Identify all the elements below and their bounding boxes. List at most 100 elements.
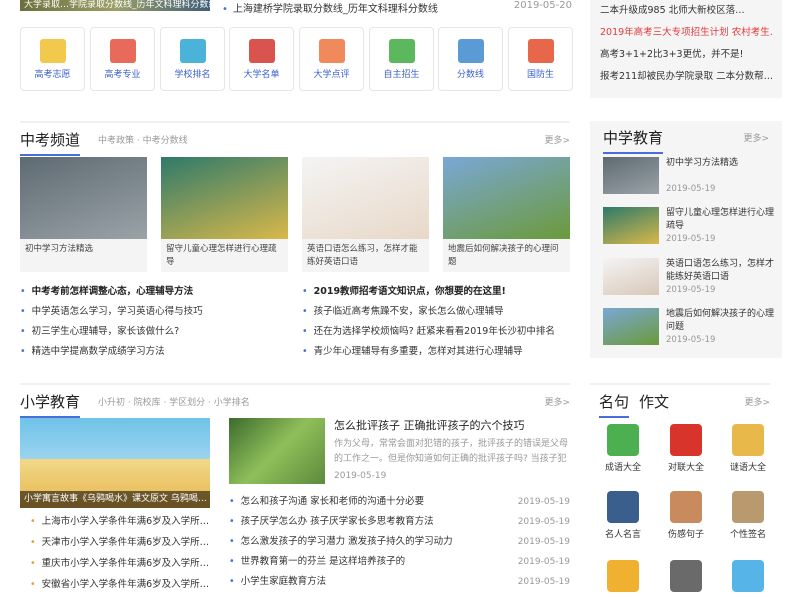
zhongkao-card[interactable]: 初中学习方法精选 bbox=[20, 157, 147, 272]
tab-zuowen[interactable]: 作文 bbox=[639, 391, 669, 412]
item-thumbnail[interactable] bbox=[603, 157, 659, 194]
list-item[interactable]: • 孩子临近高考焦躁不安，家长怎么做心理辅导 bbox=[302, 302, 572, 322]
literature-label[interactable]: 伤感句子 bbox=[661, 527, 711, 540]
card-caption[interactable]: 留守儿童心理怎样进行心理疏导 bbox=[161, 239, 288, 271]
card-caption[interactable]: 地震后如何解决孩子的心理问题 bbox=[443, 239, 570, 271]
list-item[interactable]: • 中考考前怎样调整心态，心理辅导方法 bbox=[20, 282, 290, 302]
score-icon bbox=[457, 39, 484, 63]
list-item[interactable]: • 重庆市小学入学条件年满6岁及入学所… bbox=[30, 553, 210, 574]
nav-tile[interactable]: 自主招生 bbox=[369, 27, 434, 91]
literature-item[interactable]: 名人名言 bbox=[598, 491, 648, 540]
tab-mingju[interactable]: 名句 bbox=[599, 391, 630, 418]
item-thumbnail[interactable] bbox=[603, 207, 659, 244]
middle-school-item[interactable]: 留守儿童心理怎样进行心理疏导 2019-05-19 bbox=[603, 207, 774, 249]
card-image[interactable] bbox=[443, 157, 570, 239]
item-thumbnail[interactable] bbox=[603, 308, 659, 345]
middle-school-more-link[interactable]: 更多> bbox=[743, 131, 769, 144]
nav-tile[interactable]: 大学点评 bbox=[299, 27, 364, 91]
literature-item[interactable]: 对联大全 bbox=[661, 424, 711, 473]
list-item[interactable]: • 上海市小学入学条件年满6岁及入学所… bbox=[30, 511, 210, 532]
literature-item[interactable]: 谜语大全 bbox=[723, 424, 773, 473]
zhongkao-title[interactable]: 中考频道 bbox=[20, 129, 81, 156]
list-item[interactable]: • 怎么和孩子沟通 家长和老师的沟通十分必要 2019-05-19 bbox=[229, 492, 570, 512]
right-news-item[interactable]: 二本升级成985 北师大新校区落… bbox=[600, 0, 772, 22]
primary-more-link[interactable]: 更多> bbox=[544, 395, 570, 408]
literature-label[interactable]: 名人名言 bbox=[598, 527, 648, 540]
nav-tile-label: 学校排名 bbox=[174, 70, 211, 80]
list-item[interactable]: • 青少年心理辅导有多重要，怎样对其进行心理辅导 bbox=[302, 342, 572, 362]
primary-list-right: • 怎么和孩子沟通 家长和老师的沟通十分必要 2019-05-19 • 孩子厌学怎么办… bbox=[229, 492, 570, 592]
item-title[interactable]: 英语口语怎么练习，怎样才能练好英语口语 bbox=[666, 258, 774, 284]
top-banner-image[interactable]: 大学录取…学院录取分数线_历年文科理科分数线 bbox=[20, 0, 210, 11]
nav-tile-label: 大学点评 bbox=[313, 70, 350, 80]
literature-item[interactable] bbox=[723, 560, 773, 596]
literature-label[interactable]: 对联大全 bbox=[661, 460, 711, 473]
literature-item[interactable]: 伤感句子 bbox=[661, 491, 711, 540]
zhongkao-card[interactable]: 留守儿童心理怎样进行心理疏导 bbox=[161, 157, 288, 272]
list-item[interactable]: • 怎么激发孩子的学习潜力 激发孩子持久的学习动力 2019-05-19 bbox=[229, 532, 570, 552]
list-item[interactable]: • 中学英语怎么学习，学习英语心得与技巧 bbox=[20, 302, 290, 322]
right-news-item[interactable]: 报考211却被民办学院录取 二本分数帮… bbox=[600, 66, 772, 88]
primary-subs[interactable]: 小升初 · 院校库 · 学区划分 · 小学排名 bbox=[98, 395, 250, 408]
card-image[interactable] bbox=[302, 157, 429, 239]
list-item[interactable]: • 初三学生心理辅导，家长该做什么? bbox=[20, 322, 290, 342]
primary-main-caption[interactable]: 小学寓言故事《乌鸦喝水》课文原文 乌鸦喝… bbox=[20, 491, 210, 508]
literature-label[interactable]: 成语大全 bbox=[598, 460, 648, 473]
top-news-text[interactable]: 上海建桥学院录取分数线_历年文科理科分数线 bbox=[233, 4, 438, 15]
nav-tile[interactable]: 高考专业 bbox=[90, 27, 155, 91]
item-title[interactable]: 初中学习方法精选 bbox=[666, 157, 774, 170]
zhongkao-card[interactable]: 地震后如何解决孩子的心理问题 bbox=[443, 157, 570, 272]
primary-feature-image[interactable] bbox=[229, 418, 325, 484]
literature-icon[interactable] bbox=[670, 560, 702, 592]
literature-icon[interactable] bbox=[732, 424, 764, 456]
literature-item[interactable] bbox=[661, 560, 711, 596]
list-item[interactable]: • 天津市小学入学条件年满6岁及入学所… bbox=[30, 532, 210, 553]
middle-school-title[interactable]: 中学教育 bbox=[603, 127, 664, 154]
list-item[interactable]: • 安徽省小学入学条件年满6岁及入学所… bbox=[30, 574, 210, 595]
card-caption[interactable]: 英语口语怎么练习，怎样才能练好英语口语 bbox=[302, 239, 429, 271]
literature-icon[interactable] bbox=[732, 560, 764, 592]
middle-school-item[interactable]: 英语口语怎么练习，怎样才能练好英语口语 2019-05-19 bbox=[603, 258, 774, 300]
literature-icon[interactable] bbox=[670, 424, 702, 456]
primary-main-image[interactable]: 小学寓言故事《乌鸦喝水》课文原文 乌鸦喝… bbox=[20, 418, 210, 508]
literature-item[interactable]: 个性签名 bbox=[723, 491, 773, 540]
item-thumbnail[interactable] bbox=[603, 258, 659, 295]
list-item[interactable]: • 世界教育第一的芬兰 是这样培养孩子的 2019-05-19 bbox=[229, 552, 570, 572]
zhongkao-card[interactable]: 英语口语怎么练习，怎样才能练好英语口语 bbox=[302, 157, 429, 272]
nav-tile[interactable]: 国防生 bbox=[508, 27, 573, 91]
nav-tile[interactable]: 分数线 bbox=[438, 27, 503, 91]
literature-label[interactable]: 谜语大全 bbox=[723, 460, 773, 473]
card-image[interactable] bbox=[161, 157, 288, 239]
item-title[interactable]: 地震后如何解决孩子的心理问题 bbox=[666, 308, 774, 334]
list-item[interactable]: • 小学生家庭教育方法 2019-05-19 bbox=[229, 572, 570, 592]
literature-icon[interactable] bbox=[607, 491, 639, 523]
list-item[interactable]: • 孩子厌学怎么办 孩子厌学家长多思考教育方法 2019-05-19 bbox=[229, 512, 570, 532]
feature-title[interactable]: 怎么批评孩子 正确批评孩子的六个技巧 bbox=[334, 419, 570, 433]
nav-tile[interactable]: 大学名单 bbox=[229, 27, 294, 91]
literature-icon[interactable] bbox=[607, 560, 639, 592]
middle-school-item[interactable]: 初中学习方法精选 2019-05-19 bbox=[603, 157, 773, 199]
literature-icon[interactable] bbox=[670, 491, 702, 523]
card-caption[interactable]: 初中学习方法精选 bbox=[20, 239, 147, 271]
literature-item[interactable] bbox=[598, 560, 648, 596]
zhongkao-more-link[interactable]: 更多> bbox=[544, 133, 570, 146]
primary-title[interactable]: 小学教育 bbox=[20, 391, 81, 418]
list-item[interactable]: • 还在为选择学校烦恼吗? 赶紧来看看2019年长沙初中排名 bbox=[302, 322, 572, 342]
item-date: 2019-05-19 bbox=[666, 335, 716, 345]
list-item[interactable]: • 2019教师招考语文知识点，你想要的在这里! bbox=[302, 282, 572, 302]
card-image[interactable] bbox=[20, 157, 147, 239]
zhongkao-subs[interactable]: 中考政策 · 中考分数线 bbox=[98, 133, 188, 146]
literature-icon[interactable] bbox=[732, 491, 764, 523]
literature-label[interactable]: 个性签名 bbox=[723, 527, 773, 540]
middle-school-item[interactable]: 地震后如何解决孩子的心理问题 2019-05-19 bbox=[603, 308, 774, 350]
item-title[interactable]: 留守儿童心理怎样进行心理疏导 bbox=[666, 207, 774, 233]
right-news-item[interactable]: 2019年高考三大专项招生计划 农村考生… bbox=[600, 22, 772, 44]
right-news-item[interactable]: 高考3+1+2比3+3更优，并不是! bbox=[600, 44, 772, 66]
nav-tile[interactable]: 高考志愿 bbox=[20, 27, 85, 91]
top-news-item[interactable]: • 上海建桥学院录取分数线_历年文科理科分数线 2019-05-20 bbox=[222, 0, 572, 15]
list-item[interactable]: • 精选中学提高数学成绩学习方法 bbox=[20, 342, 290, 362]
literature-more-link[interactable]: 更多> bbox=[744, 395, 770, 408]
nav-tile[interactable]: 学校排名 bbox=[160, 27, 225, 91]
literature-item[interactable]: 成语大全 bbox=[598, 424, 648, 473]
literature-icon[interactable] bbox=[607, 424, 639, 456]
